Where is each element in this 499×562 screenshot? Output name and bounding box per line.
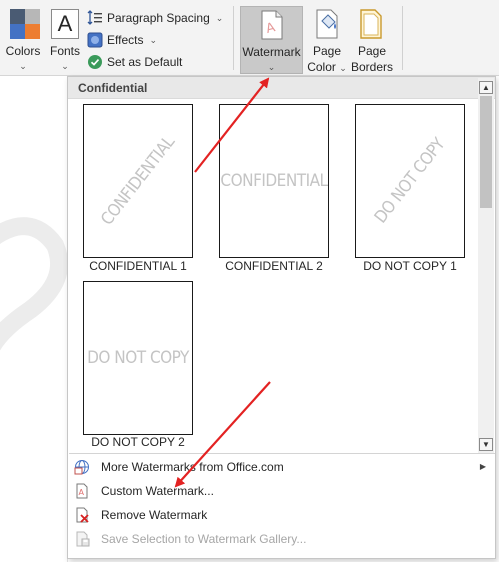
watermark-tile-confidential-1[interactable]: CONFIDENTIAL bbox=[83, 104, 193, 258]
custom-watermark-icon: A bbox=[74, 483, 90, 499]
colors-label: Colors bbox=[5, 44, 41, 58]
page-color-label-line2: Color ⌄ bbox=[307, 60, 347, 74]
gallery-category-header: Confidential bbox=[68, 77, 495, 99]
watermark-tile-do-not-copy-2[interactable]: DO NOT COPY bbox=[83, 281, 193, 435]
set-as-default-button[interactable]: Set as Default bbox=[87, 52, 182, 72]
chevron-down-icon: ⌄ bbox=[19, 61, 27, 71]
ribbon: Colors ⌄ A Fonts ⌄ Paragraph Spacing ⌄ E… bbox=[0, 0, 499, 76]
watermark-icon: A bbox=[261, 10, 283, 43]
fonts-icon: A bbox=[51, 9, 79, 39]
scroll-up-icon[interactable]: ▲ bbox=[479, 81, 493, 94]
office-globe-icon bbox=[74, 459, 90, 475]
watermark-caption: CONFIDENTIAL 2 bbox=[225, 259, 323, 273]
chevron-down-icon: ⌄ bbox=[267, 62, 276, 72]
paragraph-spacing-label: Paragraph Spacing bbox=[107, 11, 210, 25]
chevron-down-icon: ⌄ bbox=[61, 61, 69, 71]
menu-item-label: Remove Watermark bbox=[101, 508, 208, 522]
effects-button[interactable]: Effects ⌄ bbox=[87, 30, 157, 50]
svg-text:A: A bbox=[79, 488, 85, 497]
watermark-preview-text: CONFIDENTIAL bbox=[220, 171, 328, 191]
page-borders-label-line1: Page bbox=[357, 44, 387, 58]
remove-watermark-icon bbox=[74, 507, 90, 523]
page-borders-label-line2: Borders bbox=[350, 60, 394, 74]
page-borders-icon bbox=[359, 9, 383, 42]
save-to-gallery-menu-item: Save Selection to Watermark Gallery... bbox=[72, 528, 492, 550]
custom-watermark-menu-item[interactable]: A Custom Watermark... bbox=[72, 480, 492, 502]
set-as-default-label: Set as Default bbox=[107, 55, 183, 69]
menu-item-label: Custom Watermark... bbox=[101, 484, 214, 498]
remove-watermark-menu-item[interactable]: Remove Watermark bbox=[72, 504, 492, 526]
watermark-button[interactable]: A Watermark ⌄ bbox=[240, 6, 303, 74]
checkmark-circle-icon bbox=[87, 54, 103, 70]
menu-item-label: More Watermarks from Office.com bbox=[101, 460, 284, 474]
fonts-label: Fonts bbox=[49, 44, 80, 58]
theme-colors-icon bbox=[10, 9, 40, 39]
watermark-preview-text: CONFIDENTIAL bbox=[97, 132, 179, 230]
gallery-divider bbox=[69, 453, 495, 454]
colors-button[interactable]: Colors ⌄ bbox=[2, 6, 44, 72]
watermark-caption: DO NOT COPY 2 bbox=[91, 435, 185, 449]
page-color-button[interactable]: Page Color ⌄ bbox=[305, 6, 349, 74]
scroll-thumb[interactable] bbox=[480, 96, 492, 208]
paragraph-spacing-icon bbox=[87, 10, 103, 26]
save-to-gallery-icon bbox=[74, 531, 90, 547]
group-separator bbox=[233, 6, 234, 70]
watermark-label: Watermark bbox=[242, 45, 301, 59]
chevron-down-icon: ⌄ bbox=[149, 34, 158, 45]
watermark-caption: DO NOT COPY 1 bbox=[363, 259, 457, 273]
page-borders-button[interactable]: Page Borders bbox=[349, 6, 395, 74]
more-watermarks-menu-item[interactable]: More Watermarks from Office.com ▶ bbox=[72, 456, 492, 478]
effects-icon bbox=[87, 32, 103, 48]
menu-item-label: Save Selection to Watermark Gallery... bbox=[101, 532, 307, 546]
watermark-tile-do-not-copy-1[interactable]: DO NOT COPY bbox=[355, 104, 465, 258]
chevron-down-icon: ⌄ bbox=[215, 12, 224, 23]
watermark-caption: CONFIDENTIAL 1 bbox=[89, 259, 187, 273]
page-color-label-line1: Page bbox=[312, 44, 342, 58]
gallery-scrollbar[interactable]: ▲ ▼ bbox=[478, 78, 494, 453]
submenu-arrow-icon: ▶ bbox=[479, 462, 486, 471]
effects-label: Effects bbox=[107, 33, 144, 47]
paragraph-spacing-button[interactable]: Paragraph Spacing ⌄ bbox=[87, 8, 223, 28]
group-separator bbox=[402, 6, 403, 70]
watermark-gallery: Confidential ▲ ▼ CONFIDENTIAL CONFIDENTI… bbox=[67, 76, 496, 559]
paint-bucket-icon bbox=[313, 9, 341, 42]
watermark-preview-text: DO NOT COPY bbox=[370, 134, 450, 228]
scroll-down-icon[interactable]: ▼ bbox=[479, 438, 493, 451]
fonts-button[interactable]: A Fonts ⌄ bbox=[46, 6, 84, 72]
watermark-tile-confidential-2[interactable]: CONFIDENTIAL bbox=[219, 104, 329, 258]
watermark-preview-text: DO NOT COPY bbox=[87, 348, 189, 368]
